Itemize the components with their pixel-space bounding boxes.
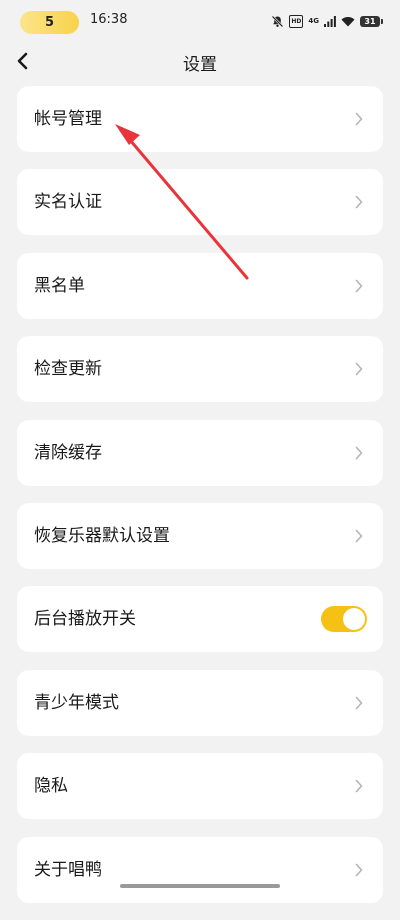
chevron-right-icon — [355, 196, 363, 209]
settings-item-about[interactable]: 关于唱鸭 — [17, 836, 383, 903]
chevron-right-icon — [355, 446, 363, 459]
settings-list: 帐号管理 实名认证 黑名单 检查更新 清除缓存 恢复乐器默认设置 后台播放开关 … — [17, 86, 383, 920]
home-indicator — [120, 884, 280, 888]
chevron-right-icon — [355, 696, 363, 710]
signal-icon — [324, 15, 336, 27]
settings-item-label: 后台播放开关 — [34, 609, 136, 630]
settings-item-account-management[interactable]: 帐号管理 — [17, 86, 383, 152]
settings-item-label: 帐号管理 — [34, 109, 102, 129]
settings-item-blacklist[interactable]: 黑名单 — [17, 252, 383, 319]
chevron-right-icon — [355, 362, 363, 376]
settings-item-clear-cache[interactable]: 清除缓存 — [17, 419, 383, 486]
status-pill: 5 — [20, 11, 79, 34]
status-icons: HD 4G 31 — [271, 13, 383, 29]
mute-icon — [271, 15, 284, 28]
settings-item-youth-mode[interactable]: 青少年模式 — [17, 669, 383, 736]
background-playback-toggle[interactable] — [321, 606, 367, 633]
nav-bar: 设置 — [0, 42, 400, 80]
status-bar: 5 16:38 HD 4G 31 — [0, 0, 400, 42]
settings-item-label: 清除缓存 — [34, 442, 102, 463]
wifi-icon — [341, 16, 355, 27]
settings-item-label: 检查更新 — [34, 359, 102, 380]
settings-item-privacy[interactable]: 隐私 — [17, 753, 383, 820]
hd-icon: HD — [289, 14, 304, 28]
toggle-knob — [343, 608, 365, 631]
settings-item-real-name-verification[interactable]: 实名认证 — [17, 169, 383, 236]
settings-item-label: 恢复乐器默认设置 — [34, 525, 170, 546]
chevron-right-icon — [355, 529, 363, 543]
settings-item-label: 关于唱鸭 — [34, 859, 102, 880]
settings-item-restore-instrument-defaults[interactable]: 恢复乐器默认设置 — [17, 502, 383, 569]
settings-item-label: 隐私 — [34, 776, 68, 797]
network-type-label: 4G — [308, 16, 319, 25]
settings-item-background-playback: 后台播放开关 — [17, 586, 383, 653]
battery-icon: 31 — [360, 15, 383, 27]
settings-item-label: 青少年模式 — [34, 692, 119, 713]
settings-item-label: 黑名单 — [34, 275, 85, 296]
chevron-right-icon — [355, 779, 363, 793]
settings-item-label: 实名认证 — [34, 192, 102, 213]
status-time: 16:38 — [90, 12, 128, 27]
chevron-right-icon — [355, 112, 363, 126]
chevron-right-icon — [355, 863, 363, 876]
settings-item-check-update[interactable]: 检查更新 — [17, 336, 383, 403]
page-title: 设置 — [183, 55, 217, 75]
chevron-right-icon — [355, 279, 363, 293]
